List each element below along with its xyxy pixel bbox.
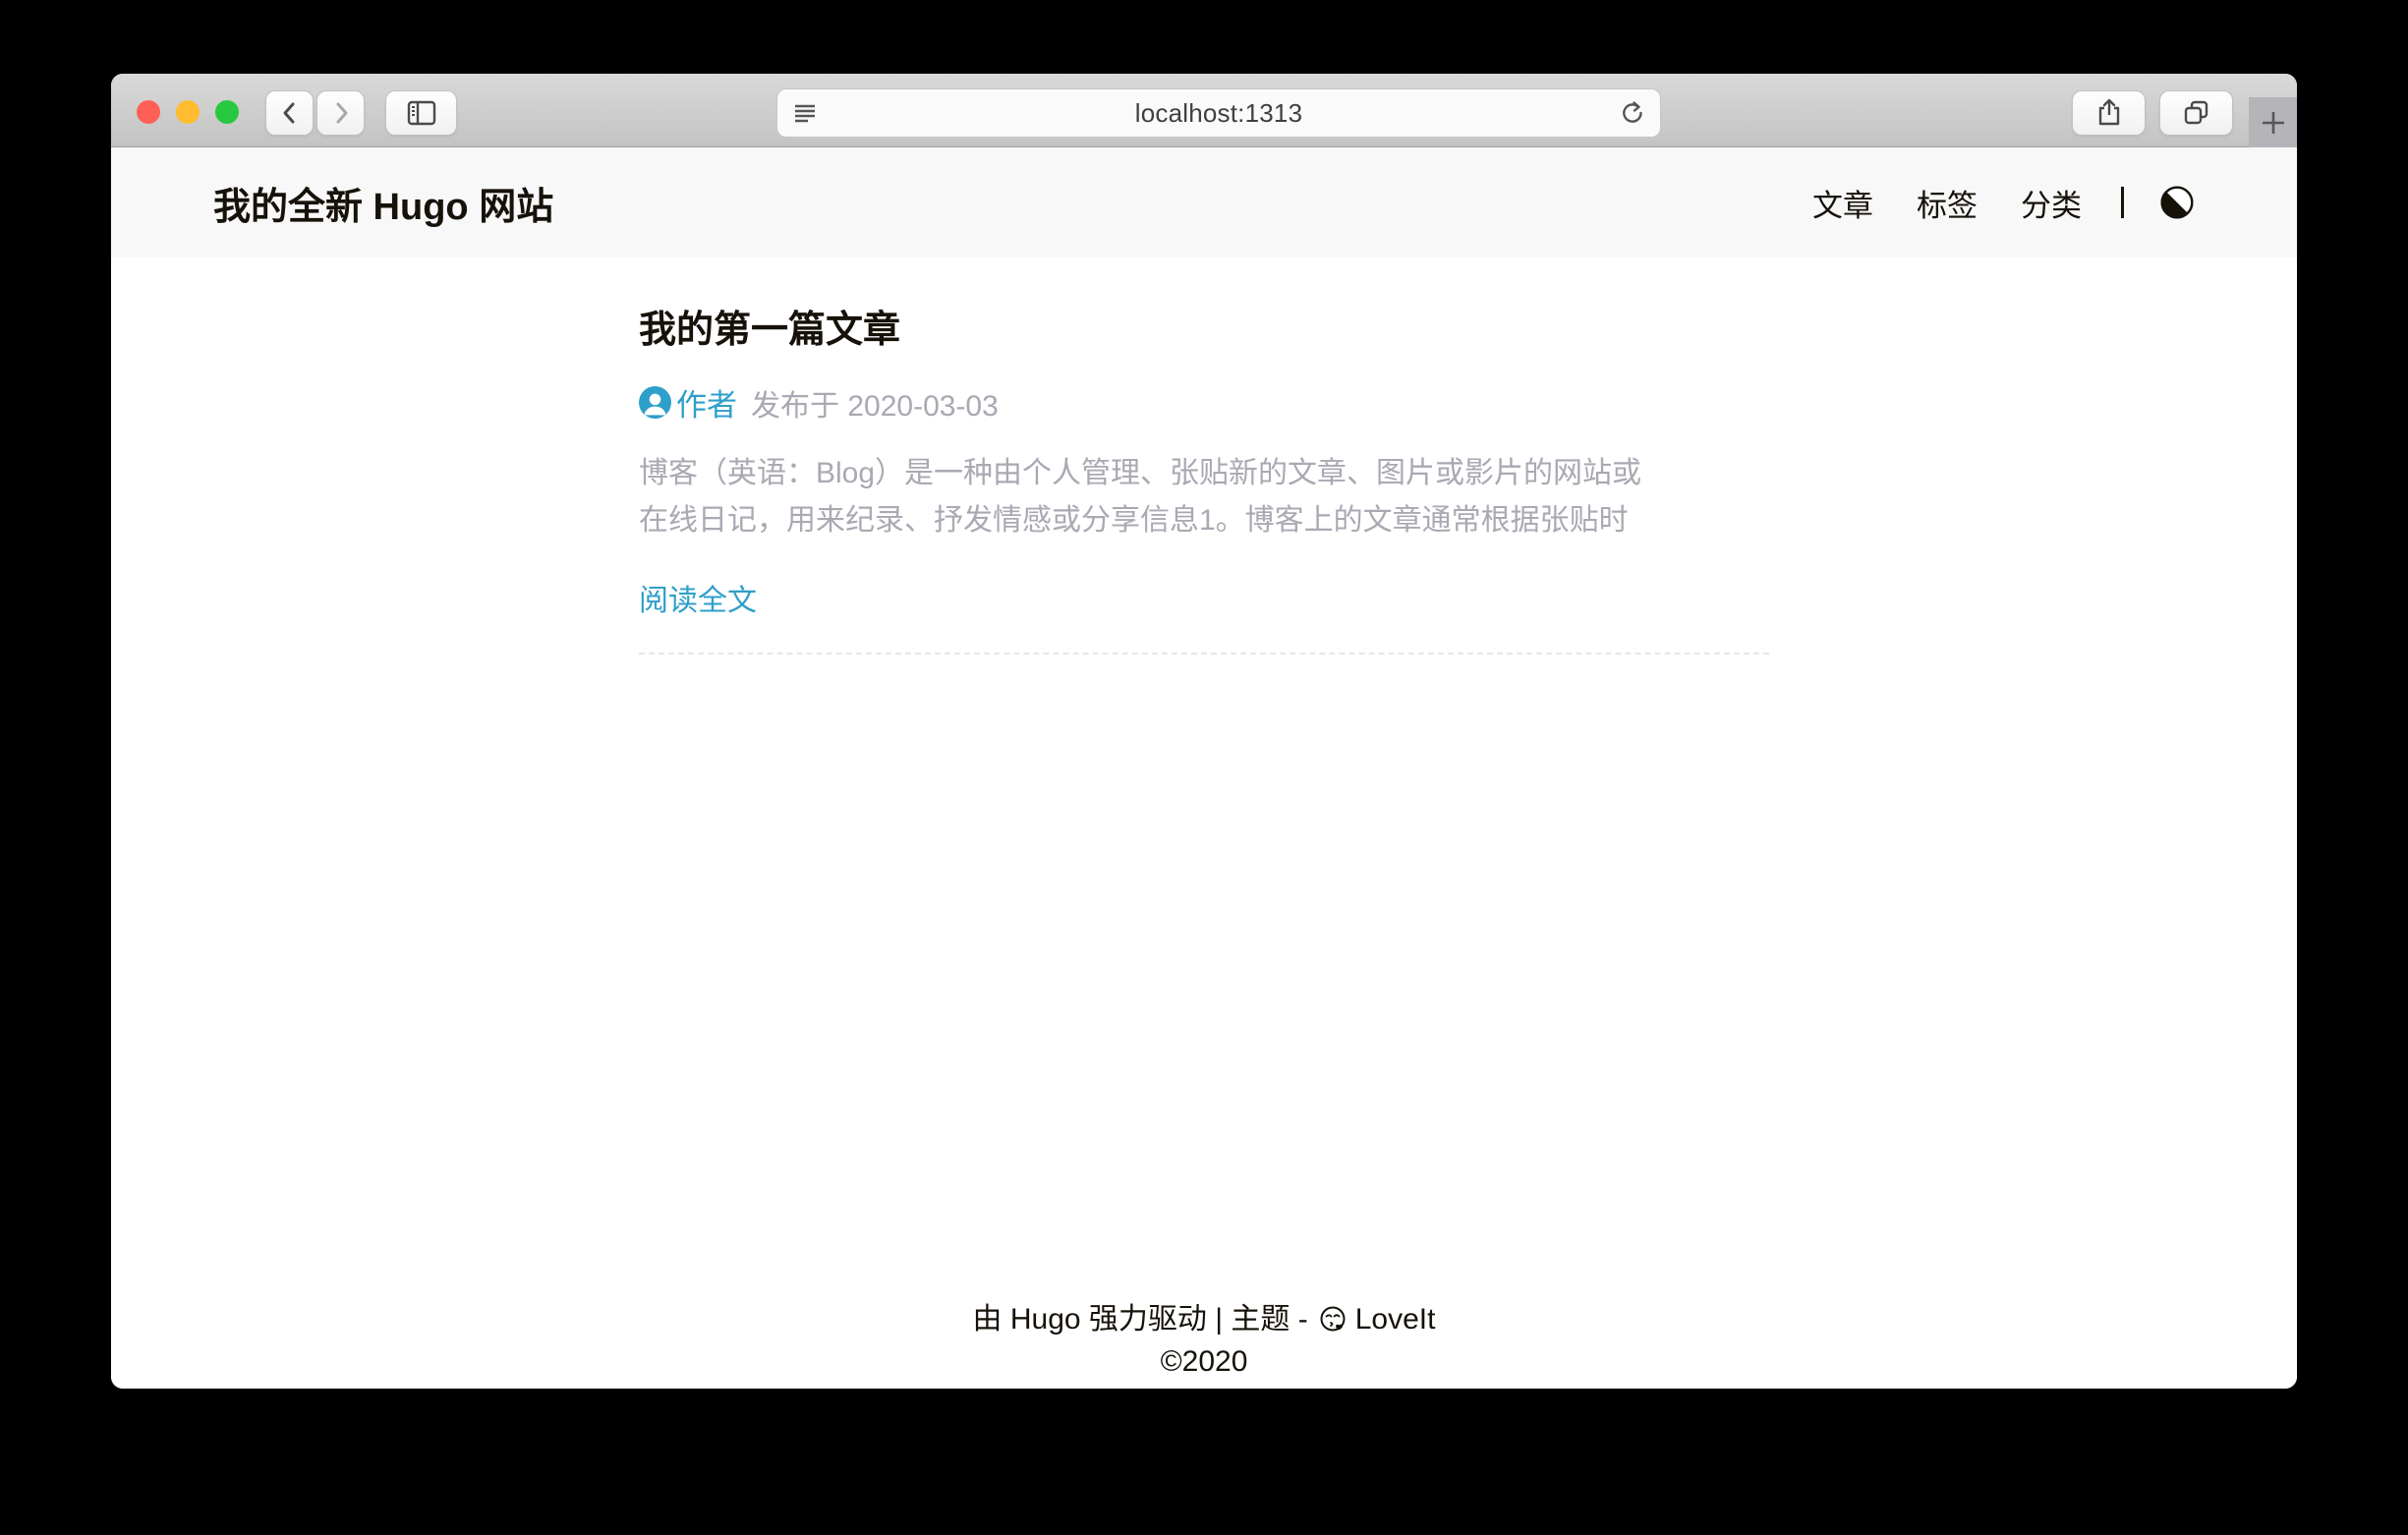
post-summary-card: 我的第一篇文章 作者 发布于 2020-03 — [639, 310, 1769, 654]
forward-button[interactable] — [316, 90, 365, 136]
desktop-background: localhost:1313 — [0, 0, 2408, 1535]
share-button[interactable] — [2072, 90, 2146, 136]
chevron-left-icon — [277, 100, 303, 126]
nav-item-tags[interactable]: 标签 — [1917, 181, 1978, 225]
back-button[interactable] — [265, 90, 314, 136]
nav-item-categories[interactable]: 分类 — [2021, 181, 2082, 225]
post-title-link[interactable]: 我的第一篇文章 — [639, 310, 1769, 351]
main-content: 我的第一篇文章 作者 发布于 2020-03 — [111, 257, 2297, 1302]
minimize-window-button[interactable] — [176, 100, 200, 124]
nav-divider — [2121, 187, 2124, 218]
summary-line: 博客（英语：Blog）是一种由个人管理、张贴新的文章、图片或影片的网站或 — [639, 450, 1769, 497]
footer-powered-text: 由 Hugo 强力驱动 | 主题 - — [973, 1302, 1308, 1337]
post-meta: 作者 发布于 2020-03-03 — [639, 380, 1769, 425]
footer-theme-link[interactable]: LoveIt — [1355, 1302, 1436, 1337]
kissing-face-icon — [1318, 1305, 1347, 1335]
chevron-right-icon — [328, 100, 354, 126]
browser-window: localhost:1313 — [111, 74, 2297, 1389]
fullscreen-window-button[interactable] — [215, 100, 239, 124]
sidebar-toggle-button[interactable] — [385, 90, 457, 136]
post-column: 我的第一篇文章 作者 发布于 2020-03 — [639, 257, 1769, 654]
post-author-link[interactable]: 作者 — [676, 380, 737, 425]
url-text[interactable]: localhost:1313 — [819, 98, 1619, 129]
reader-view-icon[interactable] — [791, 99, 819, 127]
refresh-icon[interactable] — [1619, 99, 1646, 127]
close-window-button[interactable] — [137, 100, 160, 124]
summary-line: 在线日记，用来纪录、抒发情感或分享信息1。博客上的文章通常根据张贴时 — [639, 497, 1769, 544]
tab-overview-button[interactable] — [2159, 90, 2233, 136]
new-tab-button[interactable] — [2249, 97, 2297, 147]
plus-icon — [2259, 108, 2288, 138]
site-header: 我的全新 Hugo 网站 文章 标签 分类 — [111, 147, 2297, 257]
site-title-link[interactable]: 我的全新 Hugo 网站 — [213, 176, 553, 230]
user-circle-icon — [639, 386, 671, 419]
address-bar[interactable]: localhost:1313 — [776, 88, 1661, 138]
theme-toggle-icon[interactable] — [2159, 185, 2195, 220]
post-publish-date: 发布于 2020-03-03 — [751, 381, 999, 425]
nav-item-posts[interactable]: 文章 — [1812, 181, 1873, 225]
tabs-icon — [2181, 98, 2212, 128]
share-icon — [2094, 97, 2124, 129]
read-more-link[interactable]: 阅读全文 — [639, 576, 1769, 619]
sidebar-icon — [405, 98, 438, 128]
site-footer: 由 Hugo 强力驱动 | 主题 - LoveIt ©2020 — [111, 1302, 2297, 1389]
web-page: 我的全新 Hugo 网站 文章 标签 分类 我的第一篇文章 — [111, 147, 2297, 1389]
post-summary-text: 博客（英语：Blog）是一种由个人管理、张贴新的文章、图片或影片的网站或 在线日… — [639, 450, 1769, 544]
footer-copyright: ©2020 — [111, 1344, 2297, 1380]
post-divider — [639, 653, 1769, 654]
footer-powered-line: 由 Hugo 强力驱动 | 主题 - LoveIt — [111, 1302, 2297, 1337]
site-nav: 文章 标签 分类 — [1769, 181, 2195, 225]
browser-toolbar: localhost:1313 — [111, 74, 2297, 147]
